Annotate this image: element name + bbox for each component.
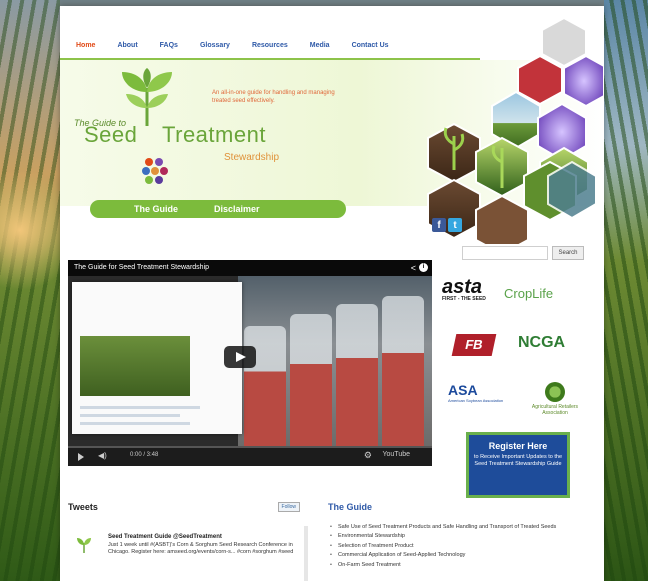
asta-text: asta [442, 276, 483, 298]
disclaimer-button[interactable]: Disclaimer [214, 204, 260, 214]
farm-bureau-logo[interactable]: FB [451, 334, 497, 356]
placeholder-line [80, 406, 200, 409]
tweets-heading: Tweets [68, 502, 98, 512]
seed-jar [290, 314, 332, 446]
asta-subtitle: FIRST - THE SEED [442, 296, 486, 302]
tweets-scrollbar[interactable] [304, 526, 308, 581]
nav-item-about[interactable]: About [117, 42, 137, 49]
asta-logo[interactable]: asta FIRST - THE SEED [442, 276, 486, 302]
seed-dots-icon [142, 158, 168, 184]
nav-item-home[interactable]: Home [76, 42, 95, 49]
twitter-icon[interactable]: t [448, 218, 462, 232]
follow-button[interactable]: Follow [277, 502, 300, 512]
agri-text: Agricultural Retailers Association [531, 404, 579, 416]
video-controls: ◀) 0:00 / 3:48 ⚙ YouTube [68, 446, 432, 466]
partner-logos: asta FIRST - THE SEED CropLife FB NCGA AS… [442, 270, 602, 430]
search-button[interactable]: Search [552, 246, 584, 260]
tweet-author[interactable]: Seed Treatment Guide @SeedTreatment [108, 534, 222, 540]
nav-item-glossary[interactable]: Glossary [200, 42, 230, 49]
logo-treatment-text: Treatment [162, 122, 266, 147]
facebook-icon[interactable]: f [432, 218, 446, 232]
placeholder-line [80, 422, 190, 425]
logo-seed-text: Seed [84, 122, 138, 147]
gear-icon[interactable]: ⚙ [364, 450, 372, 461]
guide-list-item[interactable]: Environmental Stewardship [328, 533, 592, 541]
ncga-logo[interactable]: NCGA [518, 334, 565, 352]
search-input[interactable] [462, 246, 548, 260]
social-links: f t [432, 218, 462, 232]
croplife-logo[interactable]: CropLife [504, 286, 553, 301]
video-title: The Guide for Seed Treatment Stewardship [68, 260, 432, 276]
hex-dirt-clods [475, 194, 529, 244]
logo-stewardship-text: Stewardship [224, 152, 280, 163]
guide-list-item[interactable]: Commercial Application of Seed-Applied T… [328, 552, 592, 560]
asa-text: ASA [448, 382, 478, 398]
seed-jar [382, 296, 424, 446]
guide-list-item[interactable]: Safe Use of Seed Treatment Products and … [328, 524, 592, 532]
play-small-icon[interactable] [78, 453, 84, 461]
agri-retailers-logo[interactable]: Agricultural Retailers Association [520, 382, 590, 416]
the-guide-button[interactable]: The Guide [134, 204, 178, 214]
guide-list-item[interactable]: Selection of Treatment Product [328, 543, 592, 551]
video-progress-bar[interactable] [68, 446, 432, 448]
video-jars-frame [238, 276, 432, 446]
guide-heading: The Guide [328, 502, 373, 512]
register-box[interactable]: Register Here to Receive Important Updat… [466, 432, 570, 498]
info-icon[interactable]: i [419, 263, 428, 272]
guide-button-bar: The Guide Disclaimer [90, 200, 346, 218]
video-player[interactable]: The Guide for Seed Treatment Stewardship… [68, 260, 432, 466]
asa-subtitle: American Soybean Association [448, 398, 504, 403]
field-background-left [0, 0, 60, 581]
tagline: An all-in-one guide for handling and man… [212, 90, 335, 104]
asa-logo[interactable]: ASA American Soybean Association [448, 382, 503, 403]
seed-jar [336, 304, 378, 446]
register-heading: Register Here [488, 441, 548, 451]
video-website-screenshot [72, 282, 242, 434]
guide-list-item[interactable]: On-Farm Seed Treatment [328, 562, 592, 570]
seed-jar [244, 326, 286, 446]
nav-item-resources[interactable]: Resources [252, 42, 288, 49]
tweet-text: Just 1 week until #(ASBT)'s Corn & Sorgh… [108, 542, 294, 556]
video-time: 0:00 / 3:48 [130, 452, 159, 458]
play-icon[interactable] [224, 346, 256, 368]
nav-item-faqs[interactable]: FAQs [160, 42, 178, 49]
youtube-logo[interactable]: YouTube [382, 451, 410, 458]
tweets-widget: Tweets Follow Seed Treatment Guide @Seed… [68, 502, 300, 581]
leaf-icon [545, 382, 565, 402]
placeholder-line [80, 414, 180, 417]
register-body: to Receive Important Updates to the Seed… [473, 454, 563, 468]
avatar [77, 538, 91, 553]
field-background-right [604, 0, 648, 581]
nav-item-media[interactable]: Media [310, 42, 330, 49]
video-hill-image [80, 336, 190, 396]
guide-list: Safe Use of Seed Treatment Products and … [328, 524, 592, 570]
page-panel: Home About FAQs Glossary Resources Media… [60, 6, 604, 581]
hexagon-image-cluster [427, 16, 604, 244]
volume-icon[interactable]: ◀) [98, 451, 107, 460]
share-icon[interactable]: < [411, 263, 416, 273]
guide-section: The Guide Safe Use of Seed Treatment Pro… [328, 502, 592, 581]
